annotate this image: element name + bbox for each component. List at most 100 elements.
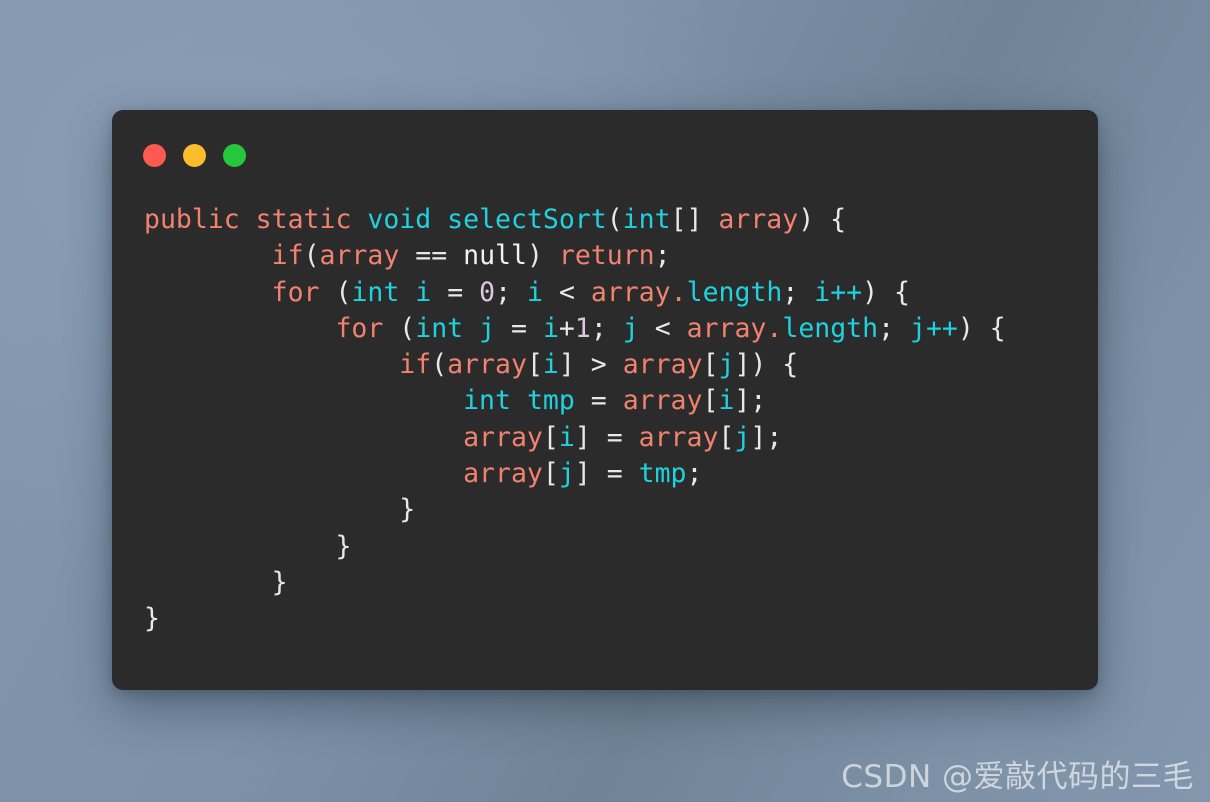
code-token-pun: ; (590, 312, 623, 344)
code-token-nul: null (463, 240, 527, 272)
code-token-pun (144, 458, 463, 489)
code-token-pun: [ (526, 349, 543, 381)
code-line: if(array[i] > array[j]) { (144, 347, 1098, 383)
code-token-var: array (319, 240, 400, 272)
code-token-pun (463, 313, 479, 344)
code-token-ty: i (415, 276, 432, 308)
code-token-pun: } (144, 603, 160, 635)
csdn-watermark: CSDN @爱敲代码的三毛 (841, 759, 1194, 795)
code-line: } (144, 529, 1098, 565)
close-button[interactable] (143, 143, 166, 167)
code-token-pun: ) { (862, 276, 911, 308)
code-token-pun: [ (542, 421, 559, 453)
code-token-ty: int (415, 312, 464, 344)
code-token-pun (144, 313, 335, 344)
code-token-pun: } (144, 494, 416, 526)
code-token-pun: ] > (558, 349, 623, 381)
code-token-kw: public static (144, 204, 368, 235)
code-token-ty: i (558, 421, 575, 453)
code-token-ty: int (463, 385, 511, 417)
code-token-var: . (670, 276, 687, 308)
code-token-ty: int (622, 204, 671, 235)
code-token-ty: tmp (638, 458, 687, 490)
code-line: int tmp = array[i]; (144, 383, 1098, 419)
code-token-pun: ]) { (734, 349, 799, 381)
code-token-pun: ( (431, 349, 448, 381)
code-token-kw: for (335, 312, 384, 344)
code-snippet-window: public static void selectSort(int[] arra… (112, 110, 1098, 690)
code-token-pun: < (638, 312, 687, 344)
code-token-num: 1 (574, 312, 591, 344)
code-token-pun: ) { (798, 204, 847, 235)
code-token-pun: == (399, 240, 464, 272)
code-token-pun: ; (878, 312, 911, 344)
code-token-pun: < (542, 276, 591, 308)
code-token-var: array (447, 349, 527, 381)
code-token-pun: [ (702, 349, 719, 381)
minimize-button[interactable] (183, 143, 206, 167)
code-token-ty: tmp (526, 385, 575, 417)
code-token-ty: length (782, 312, 879, 344)
code-token-ty: j (734, 421, 751, 453)
code-line: for (int i = 0; i < array.length; i++) { (144, 275, 1098, 311)
code-token-pun: ) { (957, 312, 1006, 344)
code-line: for (int j = i+1; j < array.length; j++)… (144, 311, 1098, 347)
window-titlebar (112, 110, 1098, 200)
code-line: } (144, 601, 1098, 637)
code-token-pun: = (574, 385, 623, 417)
code-token-pun: ( (319, 276, 352, 308)
code-token-pun (144, 385, 463, 416)
code-token-var: array (638, 421, 719, 453)
code-token-pun: ( (303, 240, 320, 272)
code-token-pun: ]; (750, 421, 783, 453)
code-line: } (144, 565, 1098, 601)
page-canvas: public static void selectSort(int[] arra… (0, 0, 1210, 802)
maximize-button[interactable] (223, 143, 246, 167)
code-line: public static void selectSort(int[] arra… (144, 202, 1098, 238)
code-token-pun: [ (542, 458, 559, 490)
code-token-pun: ( (383, 312, 416, 344)
code-token-pun (399, 277, 415, 308)
code-token-var: array (686, 312, 767, 344)
code-token-ty: length (686, 276, 783, 308)
code-token-pun: ; (495, 276, 528, 308)
code-token-pun (144, 422, 463, 453)
code-token-pun (144, 240, 272, 271)
code-line: } (144, 492, 1098, 528)
code-token-pun (511, 385, 527, 416)
code-token-pun: ; (782, 276, 815, 308)
code-token-pun: ; (686, 458, 703, 490)
code-token-ty: j (479, 312, 496, 344)
code-token-pun: ]; (734, 385, 767, 417)
code-token-kw: if (271, 240, 304, 272)
code-token-ty: i (542, 312, 559, 344)
code-token-num: 0 (479, 276, 496, 308)
code-token-ty: i++ (814, 276, 863, 308)
code-token-var: array (590, 276, 671, 308)
code-token-kw: return (558, 240, 655, 272)
code-token-kw: for (271, 276, 320, 308)
code-token-pun: ) (526, 240, 559, 272)
code-token-pun: ; (654, 240, 671, 272)
code-token-ty: int (351, 276, 400, 308)
code-token-pun: } (144, 530, 352, 562)
code-token-ty: j++ (910, 312, 958, 344)
code-token-pun: + (558, 312, 575, 344)
code-token-ty: j (622, 312, 639, 344)
code-token-ty: i (527, 276, 543, 308)
code-token-var: array (718, 204, 799, 235)
code-token-pun: [] (670, 204, 719, 235)
code-token-pun: ] = (574, 458, 639, 490)
code-token-ty: j (718, 349, 735, 381)
code-line: if(array == null) return; (144, 238, 1098, 274)
code-token-ty: selectSort (447, 204, 607, 235)
code-token-pun: [ (702, 385, 719, 417)
code-token-var: . (766, 312, 783, 344)
code-token-pun: = (495, 312, 543, 344)
code-token-pun: ] = (574, 421, 639, 453)
code-block[interactable]: public static void selectSort(int[] arra… (112, 202, 1098, 638)
code-token-pun (144, 277, 272, 308)
code-token-kw: if (399, 349, 432, 381)
code-token-ty: i (542, 349, 559, 381)
code-token-var: array (622, 385, 703, 417)
